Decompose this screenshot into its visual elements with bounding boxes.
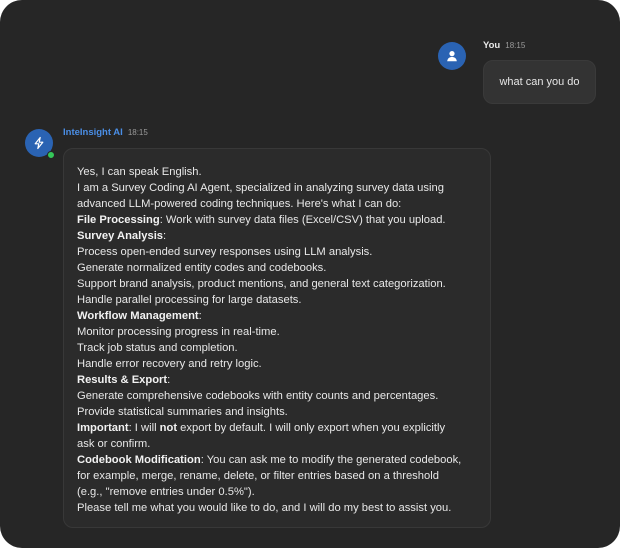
ai-message-line: Important: I will not export by default.… (77, 420, 478, 436)
ai-message-line: Survey Analysis: (77, 228, 478, 244)
ai-message-line: ask or confirm. (77, 436, 478, 452)
ai-message-line: Process open-ended survey responses usin… (77, 244, 478, 260)
ai-message-text: export by default. I will only export wh… (177, 422, 446, 434)
ai-name: InteInsight AI (63, 127, 123, 138)
chat-window: You 18:15 what can you do InteInsight AI… (0, 0, 620, 548)
ai-message-text: Monitor processing progress in real-time… (77, 326, 280, 338)
user-message-text: what can you do (499, 76, 580, 88)
ai-message-time: 18:15 (127, 128, 148, 137)
ai-message-line: Track job status and completion. (77, 340, 478, 356)
ai-message-line: Please tell me what you would like to do… (77, 500, 478, 516)
ai-message-line: Workflow Management: (77, 308, 478, 324)
ai-message-line: Support brand analysis, product mentions… (77, 276, 478, 292)
ai-message-bold-text: Codebook Modification (77, 454, 201, 466)
ai-message-line: advanced LLM-powered coding techniques. … (77, 196, 478, 212)
ai-message-line: Results & Export: (77, 372, 478, 388)
ai-message-line: Handle error recovery and retry logic. (77, 356, 478, 372)
ai-message-line: for example, merge, rename, delete, or f… (77, 468, 478, 484)
ai-message-text: : I will (128, 422, 160, 434)
ai-message-bold-text: File Processing (77, 214, 160, 226)
ai-message-line: Codebook Modification: You can ask me to… (77, 452, 478, 468)
ai-message-text: Handle error recovery and retry logic. (77, 358, 262, 370)
ai-message-line: Generate comprehensive codebooks with en… (77, 388, 478, 404)
user-message-time: 18:15 (505, 41, 526, 50)
ai-message-text: Process open-ended survey responses usin… (77, 246, 373, 258)
ai-message-text: Support brand analysis, product mentions… (77, 278, 446, 290)
ai-message-bold-text: not (159, 422, 178, 434)
ai-message-bold-text: Results & Export (77, 374, 168, 386)
ai-message-text: advanced LLM-powered coding techniques. … (77, 198, 402, 210)
ai-message-text: for example, merge, rename, delete, or f… (77, 470, 439, 482)
ai-message-line: Monitor processing progress in real-time… (77, 324, 478, 340)
user-icon (447, 51, 457, 62)
ai-message-text: ask or confirm. (77, 438, 151, 450)
ai-message-text: Track job status and completion. (77, 342, 238, 354)
ai-message-text: Please tell me what you would like to do… (77, 502, 452, 514)
ai-message-bold-text: Important (77, 422, 129, 434)
user-avatar (438, 42, 466, 70)
user-name: You (483, 40, 501, 51)
ai-message-text: : Work with survey data files (Excel/CSV… (159, 214, 446, 226)
ai-message-text: I am a Survey Coding AI Agent, specializ… (77, 182, 444, 194)
ai-message-text: Generate normalized entity codes and cod… (77, 262, 327, 274)
ai-message-line: Provide statistical summaries and insigh… (77, 404, 478, 420)
ai-message-bold-text: Survey Analysis (77, 230, 164, 242)
user-message-bubble: what can you do (483, 60, 596, 104)
ai-message-text: Generate comprehensive codebooks with en… (77, 390, 439, 402)
ai-message-text: : (163, 230, 167, 242)
ai-message-header: InteInsight AI 18:15 (63, 127, 148, 138)
online-status-dot (47, 151, 55, 159)
ai-message-line: Yes, I can speak English. (77, 164, 478, 180)
ai-message-text: Provide statistical summaries and insigh… (77, 406, 288, 418)
ai-message-line: Handle parallel processing for large dat… (77, 292, 478, 308)
ai-message-text: Yes, I can speak English. (77, 166, 202, 178)
sparkle-icon (34, 136, 44, 150)
ai-message-text: Handle parallel processing for large dat… (77, 294, 302, 306)
ai-message-line: (e.g., "remove entries under 0.5%"). (77, 484, 478, 500)
ai-message-bubble: Yes, I can speak English. I am a Survey C… (63, 148, 491, 528)
ai-message-text: : You can ask me to modify the generated… (200, 454, 462, 466)
ai-message-text: (e.g., "remove entries under 0.5%"). (77, 486, 255, 498)
ai-message-bold-text: Workflow Management (77, 310, 199, 322)
user-message-header: You 18:15 (483, 40, 525, 51)
ai-message-text: : (198, 310, 202, 322)
ai-message-line: Generate normalized entity codes and cod… (77, 260, 478, 276)
ai-message-line: I am a Survey Coding AI Agent, specializ… (77, 180, 478, 196)
ai-message-text: : (167, 374, 171, 386)
ai-message-line: File Processing: Work with survey data f… (77, 212, 478, 228)
